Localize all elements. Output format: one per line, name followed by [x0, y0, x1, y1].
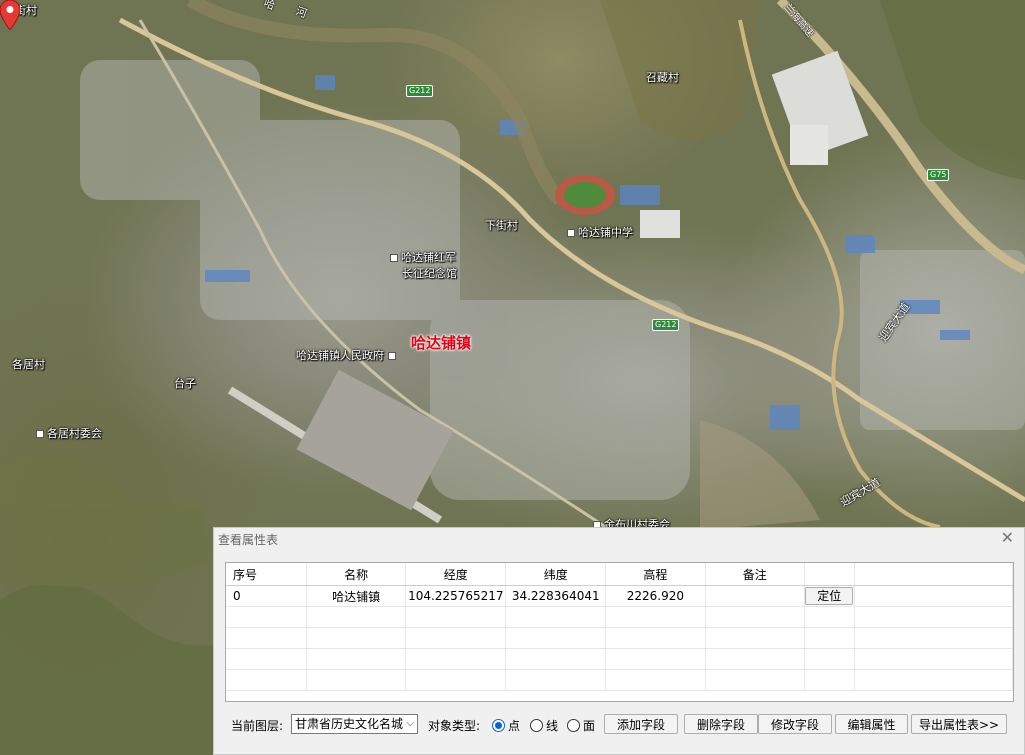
empty-row — [226, 669, 1013, 691]
dialog-toolbar: 当前图层: 甘肃省历史文化名城 ⌵ 对象类型: 点 线 面 添加字段 删除字段 … — [214, 713, 1025, 739]
dialog-title: 查看属性表 — [218, 533, 279, 547]
radio-line-label: 线 — [546, 719, 559, 733]
column-header-action — [804, 563, 855, 586]
column-header-note[interactable]: 备注 — [705, 563, 805, 586]
edit-attributes-button[interactable]: 编辑属性 — [835, 714, 908, 734]
gov-icon — [387, 352, 396, 360]
map-label-school[interactable]: 哈达铺中学 — [567, 224, 633, 240]
radio-type-polygon[interactable]: 面 — [567, 717, 595, 734]
school-icon — [567, 229, 575, 237]
radio-type-point[interactable]: 点 — [492, 717, 520, 734]
add-field-button[interactable]: 添加字段 — [604, 714, 678, 734]
close-icon[interactable]: ✕ — [1001, 528, 1014, 547]
gejuwh-label-text: 各居村委会 — [47, 427, 102, 440]
map-label-memorial-line2[interactable]: 长征纪念馆 — [402, 265, 457, 281]
radio-indicator — [567, 719, 580, 732]
attribute-table: 序号 名称 经度 纬度 高程 备注 0 哈达铺镇 104.225765217 3… — [226, 563, 1013, 691]
locate-button[interactable]: 定位 — [805, 587, 854, 605]
cell-lat[interactable]: 34.228364041 — [505, 585, 607, 607]
object-type-label: 对象类型: — [428, 719, 481, 733]
village-committee-icon — [36, 430, 44, 438]
location-pin-icon[interactable] — [0, 0, 20, 30]
highway-shield-g75: G75 — [927, 169, 950, 181]
map-label-memorial[interactable]: 哈达铺红军 — [390, 249, 456, 265]
empty-row — [226, 606, 1013, 628]
layer-select[interactable]: 甘肃省历史文化名城 ⌵ — [291, 714, 418, 734]
cell-note[interactable] — [705, 585, 805, 607]
map-label-taizi[interactable]: 台子 — [174, 375, 196, 391]
layer-label: 当前图层: — [231, 719, 284, 733]
map-label-geju[interactable]: 各居村 — [12, 356, 45, 372]
column-header-elev[interactable]: 高程 — [605, 563, 706, 586]
cell-filler — [854, 585, 1013, 607]
delete-field-button[interactable]: 删除字段 — [684, 714, 758, 734]
highway-shield-g212a: G212 — [406, 85, 434, 97]
empty-row — [226, 627, 1013, 649]
column-header-name[interactable]: 名称 — [306, 563, 407, 586]
map-label-zhaocang[interactable]: 召藏村 — [646, 69, 679, 85]
cell-action: 定位 — [804, 585, 855, 607]
memorial-label-line1: 哈达铺红军 — [401, 251, 456, 264]
map-label-xiajie[interactable]: 下街村 — [485, 217, 518, 233]
radio-indicator — [492, 719, 505, 732]
museum-icon — [390, 254, 398, 262]
radio-point-label: 点 — [508, 719, 521, 733]
modify-field-button[interactable]: 修改字段 — [758, 714, 832, 734]
radio-type-line[interactable]: 线 — [530, 717, 558, 734]
school-label-text: 哈达铺中学 — [578, 226, 633, 239]
column-header-filler — [854, 563, 1013, 586]
attribute-grid[interactable]: 序号 名称 经度 纬度 高程 备注 0 哈达铺镇 104.225765217 3… — [225, 562, 1014, 702]
table-row[interactable]: 0 哈达铺镇 104.225765217 34.228364041 2226.9… — [226, 585, 1013, 607]
column-header-lat[interactable]: 纬度 — [505, 563, 607, 586]
map-label-town[interactable]: 哈达铺镇 — [411, 332, 471, 353]
empty-row — [226, 648, 1013, 670]
chevron-down-icon: ⌵ — [406, 718, 414, 729]
map-label-gov[interactable]: 哈达铺镇人民政府 — [296, 347, 399, 363]
cell-seq[interactable]: 0 — [226, 585, 307, 607]
cell-lon[interactable]: 104.225765217 — [405, 585, 507, 607]
export-attributes-button[interactable]: 导出属性表>> — [911, 714, 1007, 734]
cell-name[interactable]: 哈达铺镇 — [306, 585, 407, 607]
cell-elev[interactable]: 2226.920 — [605, 585, 706, 607]
map-label-gejuwh[interactable]: 各居村委会 — [36, 425, 102, 441]
table-header-row: 序号 名称 经度 纬度 高程 备注 — [226, 563, 1013, 586]
highway-shield-g212b: G212 — [652, 319, 680, 331]
layer-select-value: 甘肃省历史文化名城 — [295, 717, 404, 731]
column-header-lon[interactable]: 经度 — [405, 563, 507, 586]
radio-polygon-label: 面 — [583, 719, 596, 733]
radio-indicator — [530, 719, 543, 732]
gov-label-text: 哈达铺镇人民政府 — [296, 349, 384, 362]
attribute-table-dialog: 查看属性表 ✕ 序号 名称 经度 纬度 高程 备注 0 哈达铺镇 104.225… — [213, 527, 1025, 755]
column-header-seq[interactable]: 序号 — [226, 563, 307, 586]
